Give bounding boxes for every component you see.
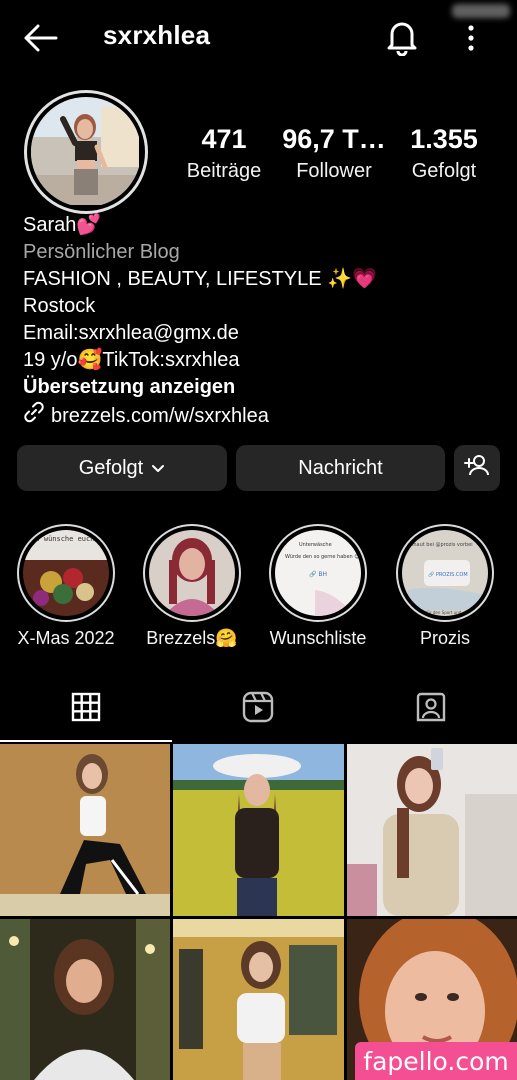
highlight-cover-text: 🔗 PROZIS.COM (428, 571, 468, 578)
message-button[interactable]: Nachricht (236, 445, 445, 491)
top-bar: sxrxhlea (0, 0, 517, 78)
profile-category: Persönlicher Blog (23, 241, 180, 263)
bio-line: FASHION , BEAUTY, LIFESTYLE ✨💗 (23, 268, 377, 290)
suggested-users-button[interactable] (454, 445, 500, 491)
bio-link[interactable]: brezzels.com/w/sxrxhlea (23, 401, 503, 431)
highlight-cover-text: schaut bei @prozis vorbei (408, 542, 473, 548)
tab-posts-grid[interactable] (0, 676, 172, 742)
tab-reels[interactable] (172, 676, 344, 742)
highlight-cover: schaut bei @prozis vorbei 🔗 PROZIS.COM f… (402, 530, 488, 616)
highlight-cover: Unterwäsche Würde den so gerne haben 😊 🔗… (275, 530, 361, 616)
highlight-cover (149, 530, 235, 616)
posts-count-label: Beiträge (186, 160, 262, 182)
profile-tabs (0, 676, 517, 744)
grid-post[interactable] (0, 919, 170, 1080)
grid-icon (71, 692, 101, 727)
followers-count[interactable]: 96,7 T… Follower (280, 122, 388, 186)
profile-avatar[interactable] (24, 90, 148, 214)
highlight-label: X-Mas 2022 (17, 628, 115, 648)
posts-grid (0, 744, 517, 1080)
message-button-label: Nachricht (298, 456, 383, 479)
profile-username: sxrxhlea (103, 20, 211, 50)
add-person-icon (464, 453, 490, 483)
notification-bell-icon[interactable] (384, 18, 420, 57)
more-options-icon[interactable] (460, 22, 482, 54)
followers-count-label: Follower (296, 160, 372, 182)
highlight-xmas[interactable]: Ich wünsche euch allen frohe Weihnachten… (16, 524, 116, 649)
following-button-label: Gefolgt (78, 456, 144, 479)
bio-line: Email:sxrxhlea@gmx.de (23, 322, 239, 344)
posts-count-value: 471 (201, 124, 247, 154)
reels-icon (242, 691, 274, 728)
grid-post[interactable] (173, 744, 344, 916)
highlight-cover-text: für den Sport und (426, 610, 462, 615)
watermark: fapello.com (355, 1042, 517, 1080)
highlight-brezzels[interactable]: Brezzels🤗 (142, 524, 242, 649)
display-name: Sarah💕 (23, 214, 102, 236)
followers-count-value: 96,7 T… (282, 124, 386, 154)
active-tab-indicator (0, 740, 172, 742)
tab-tagged[interactable] (345, 676, 517, 742)
highlight-wishlist[interactable]: Unterwäsche Würde den so gerne haben 😊 🔗… (268, 524, 368, 649)
chevron-down-icon (151, 457, 165, 480)
following-count-value: 1.355 (410, 124, 478, 154)
bio-line: 19 y/o🥰TikTok:sxrxhlea (23, 349, 240, 371)
back-arrow-icon[interactable] (22, 22, 58, 54)
highlight-cover-text: Unterwäsche (299, 542, 332, 548)
profile-bio: Sarah💕 Persönlicher Blog FASHION , BEAUT… (23, 212, 503, 431)
posts-count[interactable]: 471 Beiträge (182, 122, 266, 186)
highlight-label: Brezzels🤗 (146, 628, 238, 648)
following-button[interactable]: Gefolgt (17, 445, 227, 491)
highlight-cover-text: 🔗 BH (309, 570, 327, 578)
highlight-label: Prozis (419, 628, 470, 648)
tagged-person-icon (415, 691, 447, 728)
link-icon (23, 401, 45, 431)
translate-button[interactable]: Übersetzung anzeigen (23, 374, 503, 401)
highlight-cover-text: Würde den so gerne haben 😊 (285, 554, 360, 560)
highlight-cover-text: Ich wünsche euch allen frohe Weihnachten (27, 535, 109, 543)
grid-post[interactable] (347, 744, 517, 916)
highlight-prozis[interactable]: schaut bei @prozis vorbei 🔗 PROZIS.COM f… (395, 524, 495, 649)
highlight-cover: Ich wünsche euch allen frohe Weihnachten (23, 530, 109, 616)
grid-post[interactable] (0, 744, 170, 916)
following-count-label: Gefolgt (411, 160, 477, 182)
bio-line: Rostock (23, 295, 96, 317)
bio-link-text: brezzels.com/w/sxrxhlea (51, 404, 269, 427)
following-count[interactable]: 1.355 Gefolgt (402, 122, 486, 186)
grid-post[interactable] (173, 919, 344, 1080)
blurred-status-area (452, 4, 510, 18)
highlight-label: Wunschliste (269, 628, 367, 648)
